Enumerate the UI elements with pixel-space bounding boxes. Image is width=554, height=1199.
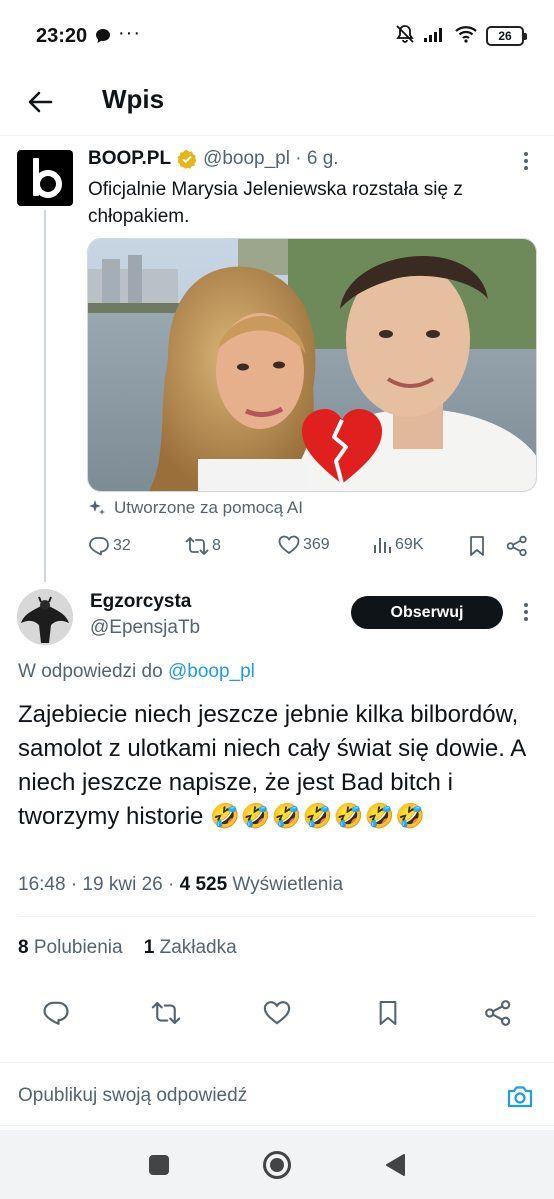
parent-more-button[interactable] [518, 150, 534, 172]
parent-bookmark-button[interactable] [468, 535, 486, 557]
circle-home-icon [263, 1151, 291, 1179]
arrow-left-icon [28, 91, 53, 113]
likes-count[interactable]: 8 [18, 937, 29, 958]
triangle-back-icon [386, 1154, 405, 1176]
status-time: 23:20 [36, 25, 88, 47]
parent-actions: 32 8 369 69K [88, 535, 530, 561]
thread-line [44, 210, 46, 582]
share-button[interactable] [480, 995, 516, 1031]
like-button[interactable] [259, 995, 295, 1031]
reply-actions [0, 995, 554, 1031]
reply-icon [43, 1001, 69, 1025]
parent-tweet-header: BOOP.PL @boop_pl · 6 g. [88, 148, 339, 170]
parent-views-button[interactable]: 69K [372, 535, 423, 555]
bookmarks-count[interactable]: 1 [144, 937, 155, 958]
share-icon [506, 535, 527, 557]
camera-icon [507, 1086, 533, 1108]
reply-to-line: W odpowiedzi do @boop_pl [18, 661, 255, 683]
retweet-button[interactable] [148, 995, 184, 1031]
reply-meta: 16:48 · 19 kwi 26 · 4 525 Wyświetlenia [18, 874, 343, 896]
verified-badge-icon [177, 149, 197, 169]
back-button[interactable] [20, 82, 60, 122]
heart-icon [263, 1001, 291, 1025]
bookmark-button[interactable] [370, 995, 406, 1031]
follow-button[interactable]: Obserwuj [351, 596, 503, 629]
signal-icon [424, 26, 446, 47]
parent-reply-count: 32 [113, 537, 131, 554]
share-icon [485, 1000, 511, 1026]
page-header: Wpis [0, 70, 554, 136]
parent-like-count: 369 [303, 536, 330, 553]
wifi-icon [454, 25, 478, 48]
system-nav-bar [0, 1130, 554, 1199]
winged-figure-icon [17, 589, 73, 645]
page-title: Wpis [102, 84, 165, 114]
reply-views-label: Wyświetlenia [227, 874, 344, 895]
boop-avatar[interactable] [17, 150, 73, 206]
laughing-emoji-group: 🤣🤣🤣🤣🤣🤣🤣 [210, 803, 427, 830]
parent-share-button[interactable] [506, 535, 528, 557]
reply-timestamp: 16:48 · 19 kwi 26 · [18, 874, 180, 895]
reply-input[interactable] [18, 1083, 478, 1109]
reply-to-prefix: W odpowiedzi do [18, 661, 168, 682]
reply-composer [0, 1062, 554, 1126]
parent-views-count: 69K [395, 536, 424, 553]
more-vertical-icon [524, 152, 528, 170]
square-icon [149, 1155, 169, 1175]
parent-like-button[interactable]: 369 [278, 535, 330, 555]
views-chart-icon [374, 538, 391, 553]
reply-author-handle[interactable]: @EpensjaTb [90, 617, 200, 639]
home-button[interactable] [262, 1150, 292, 1180]
more-vertical-icon [524, 603, 528, 621]
retweet-icon [151, 1001, 181, 1025]
reply-more-button[interactable] [518, 601, 534, 623]
bookmarks-label[interactable]: Zakładka [154, 937, 237, 958]
parent-retweet-count: 8 [212, 537, 221, 554]
parent-reply-button[interactable]: 32 [88, 535, 131, 557]
status-right-icons: 26 [394, 23, 527, 50]
reply-button[interactable] [38, 995, 74, 1031]
parent-handle-time: @boop_pl · 6 g. [203, 148, 339, 169]
recents-button[interactable] [144, 1150, 174, 1180]
reply-author-name[interactable]: Egzorcysta [90, 591, 191, 613]
back-nav-button[interactable] [380, 1150, 410, 1180]
heart-icon [278, 535, 300, 555]
camera-button[interactable] [506, 1084, 534, 1110]
parent-retweet-button[interactable]: 8 [185, 535, 221, 557]
bookmark-icon [470, 536, 484, 556]
reply-stats: 8 Polubienia 1 Zakładka [18, 937, 237, 959]
battery-icon: 26 [486, 26, 527, 46]
likes-label[interactable]: Polubienia [29, 937, 123, 958]
parent-tweet-text: Oficjalnie Marysia Jeleniewska rozstała … [88, 179, 463, 227]
reply-views-count: 4 525 [179, 874, 228, 895]
status-more-dots: ··· [118, 22, 141, 44]
tweet-photo[interactable] [87, 238, 537, 492]
ai-note-text: Utworzone za pomocą AI [114, 498, 303, 517]
bookmark-icon [379, 1000, 397, 1026]
reply-to-mention[interactable]: @boop_pl [168, 661, 255, 682]
retweet-icon [185, 537, 209, 555]
divider [18, 916, 536, 917]
reply-icon [89, 537, 109, 556]
boop-logo-icon [33, 158, 62, 198]
reply-tweet-text: Zajebiecie niech jeszcze jebnie kilka bi… [18, 698, 538, 834]
ai-created-note: Utworzone za pomocą AI [88, 498, 303, 518]
reply-avatar[interactable] [17, 589, 73, 645]
status-bar: 23:20 ··· 26 [0, 0, 554, 70]
parent-author-name[interactable]: BOOP.PL [88, 148, 171, 170]
mute-icon [394, 23, 416, 50]
sparkle-icon [89, 500, 105, 515]
chat-notification-icon [95, 28, 111, 49]
